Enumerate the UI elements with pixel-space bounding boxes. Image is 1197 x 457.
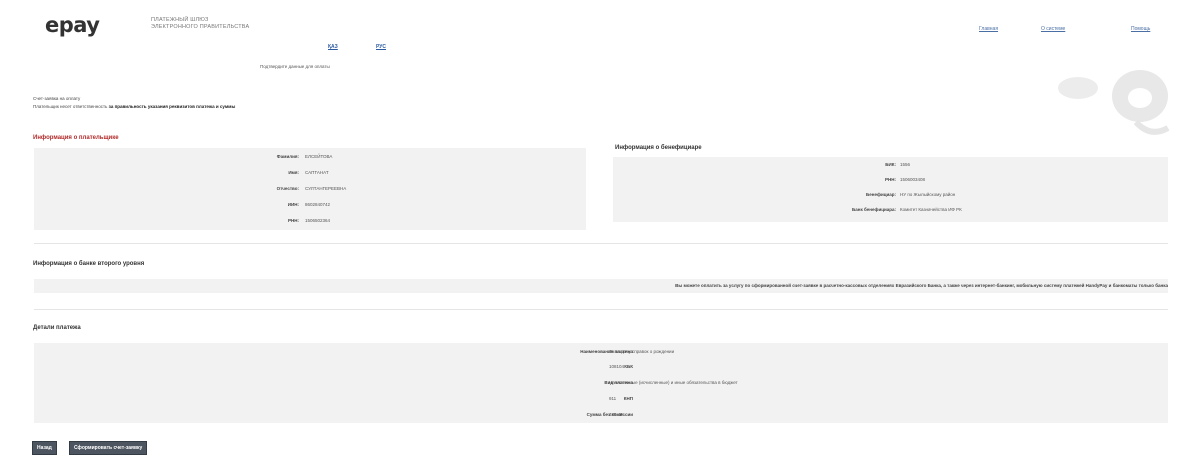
details-value: 108104	[609, 364, 625, 369]
beneficiary-row-name: Бенефициар: НУ по Жылыйскому район	[613, 188, 1168, 202]
payer-row-iin: ИИН: 8602840742	[34, 198, 586, 212]
details-value: 911	[609, 396, 617, 401]
beneficiary-value: 1556	[900, 162, 911, 167]
payer-label: ИИН:	[287, 202, 299, 207]
beneficiary-value: НУ по Жылыйскому район	[900, 192, 956, 197]
payer-value: 8602840742	[305, 202, 331, 207]
details-value: Начисленные (исчисленные) и иные обязате…	[609, 380, 738, 385]
confirm-instruction: Подтвердите данные для оплаты	[260, 64, 330, 69]
payer-value: САПТАНАТ	[305, 170, 329, 175]
payer-panel: Фамилия: ЕЛСЕЙТОВА Имя: САПТАНАТ Отчеств…	[34, 148, 586, 230]
epay-logo[interactable]: epay	[45, 15, 100, 36]
details-label: КНП	[623, 396, 633, 401]
payer-row-name: Имя: САПТАНАТ	[34, 166, 586, 180]
beneficiary-label: БИК:	[885, 162, 896, 167]
responsibility-bold: за правильность указания реквизитов плат…	[108, 104, 236, 109]
nav-help-link[interactable]: Помощь	[1131, 26, 1150, 32]
beneficiary-row-bank: Банк бенефициара: Комитет Казначейства И…	[613, 203, 1168, 217]
beneficiary-row-bik: БИК: 1556	[613, 158, 1168, 172]
payer-row-rnn: РНН: 1506502364	[34, 214, 586, 228]
payer-row-patronymic: Отчество: СУЛТАНГЕРЕЕВНА	[34, 182, 586, 196]
payer-label: Фамилия:	[276, 154, 299, 159]
details-row-kbk: КБК 108104	[34, 360, 1168, 374]
nav-home-link[interactable]: Главная	[979, 26, 998, 32]
details-row-name: Наименование платежа За выдачу справок о…	[34, 345, 1168, 359]
payer-section-title: Информация о плательщике	[33, 135, 119, 141]
beneficiary-label: РНН:	[885, 177, 896, 182]
beneficiary-row-rnn: РНН: 1506003408	[613, 173, 1168, 187]
back-button[interactable]: Назад	[32, 441, 57, 455]
beneficiary-value: 1506003408	[900, 177, 926, 182]
header: epay ПЛАТЕЖНЫЙ ШЛЮЗ ЭЛЕКТРОННОГО ПРАВИТЕ…	[0, 0, 1197, 45]
payer-label: Имя:	[288, 170, 299, 175]
payer-value: СУЛТАНГЕРЕЕВНА	[305, 186, 347, 191]
payer-label: Отчество:	[276, 186, 299, 191]
payer-row-surname: Фамилия: ЕЛСЕЙТОВА	[34, 150, 586, 164]
bank-section-title: Информация о банке второго уровня	[33, 261, 145, 267]
divider	[34, 243, 1168, 244]
bank-note: Вы можете оплатить за услугу по сформиро…	[34, 279, 1168, 293]
tagline-line-2: ЭЛЕКТРОННОГО ПРАВИТЕЛЬСТВА	[151, 24, 250, 30]
responsibility-note: Плательщик несет ответственность за прав…	[33, 104, 235, 109]
payer-value: 1506502364	[305, 218, 331, 223]
lang-rus-link[interactable]: РУС	[376, 44, 386, 50]
beneficiary-panel: БИК: 1556 РНН: 1506003408 Бенефициар: НУ…	[613, 157, 1168, 222]
beneficiary-value: Комитет Казначейства ИФ РК	[900, 207, 962, 212]
beneficiary-section-title: Информация о бенефициаре	[615, 145, 702, 151]
divider	[34, 309, 1168, 310]
nav-about-link[interactable]: О системе	[1041, 26, 1065, 32]
details-label: КБК	[624, 364, 633, 369]
tagline-line-1: ПЛАТЕЖНЫЙ ШЛЮЗ	[151, 17, 209, 23]
generate-invoice-button[interactable]: Сформировать счет-заявку	[69, 441, 148, 455]
responsibility-plain: Плательщик несет ответственность	[33, 104, 109, 109]
details-section-title: Детали платежа	[33, 325, 81, 331]
details-row-type: Вид платежа Начисленные (исчисленные) и …	[34, 376, 1168, 390]
logo-text: epay	[45, 13, 100, 37]
decorative-swirl-icon	[1058, 70, 1170, 135]
details-value: За выдачу справок о рождении	[609, 349, 675, 354]
invoice-caption: Счет-заявка на оплату	[33, 96, 81, 101]
details-panel: Наименование платежа За выдачу справок о…	[34, 343, 1168, 423]
details-row-amount: Сумма без комиссии 485.40	[34, 408, 1168, 422]
beneficiary-label: Банк бенефициара:	[852, 207, 896, 212]
beneficiary-label: Бенефициар:	[866, 192, 896, 197]
payer-value: ЕЛСЕЙТОВА	[305, 154, 333, 159]
details-row-knp: КНП 911	[34, 392, 1168, 406]
logo-tagline: ПЛАТЕЖНЫЙ ШЛЮЗ ЭЛЕКТРОННОГО ПРАВИТЕЛЬСТВ…	[151, 17, 249, 31]
lang-kaz-link[interactable]: ҚАЗ	[328, 44, 338, 50]
payer-label: РНН:	[288, 218, 299, 223]
details-value: 485.40	[609, 412, 623, 417]
